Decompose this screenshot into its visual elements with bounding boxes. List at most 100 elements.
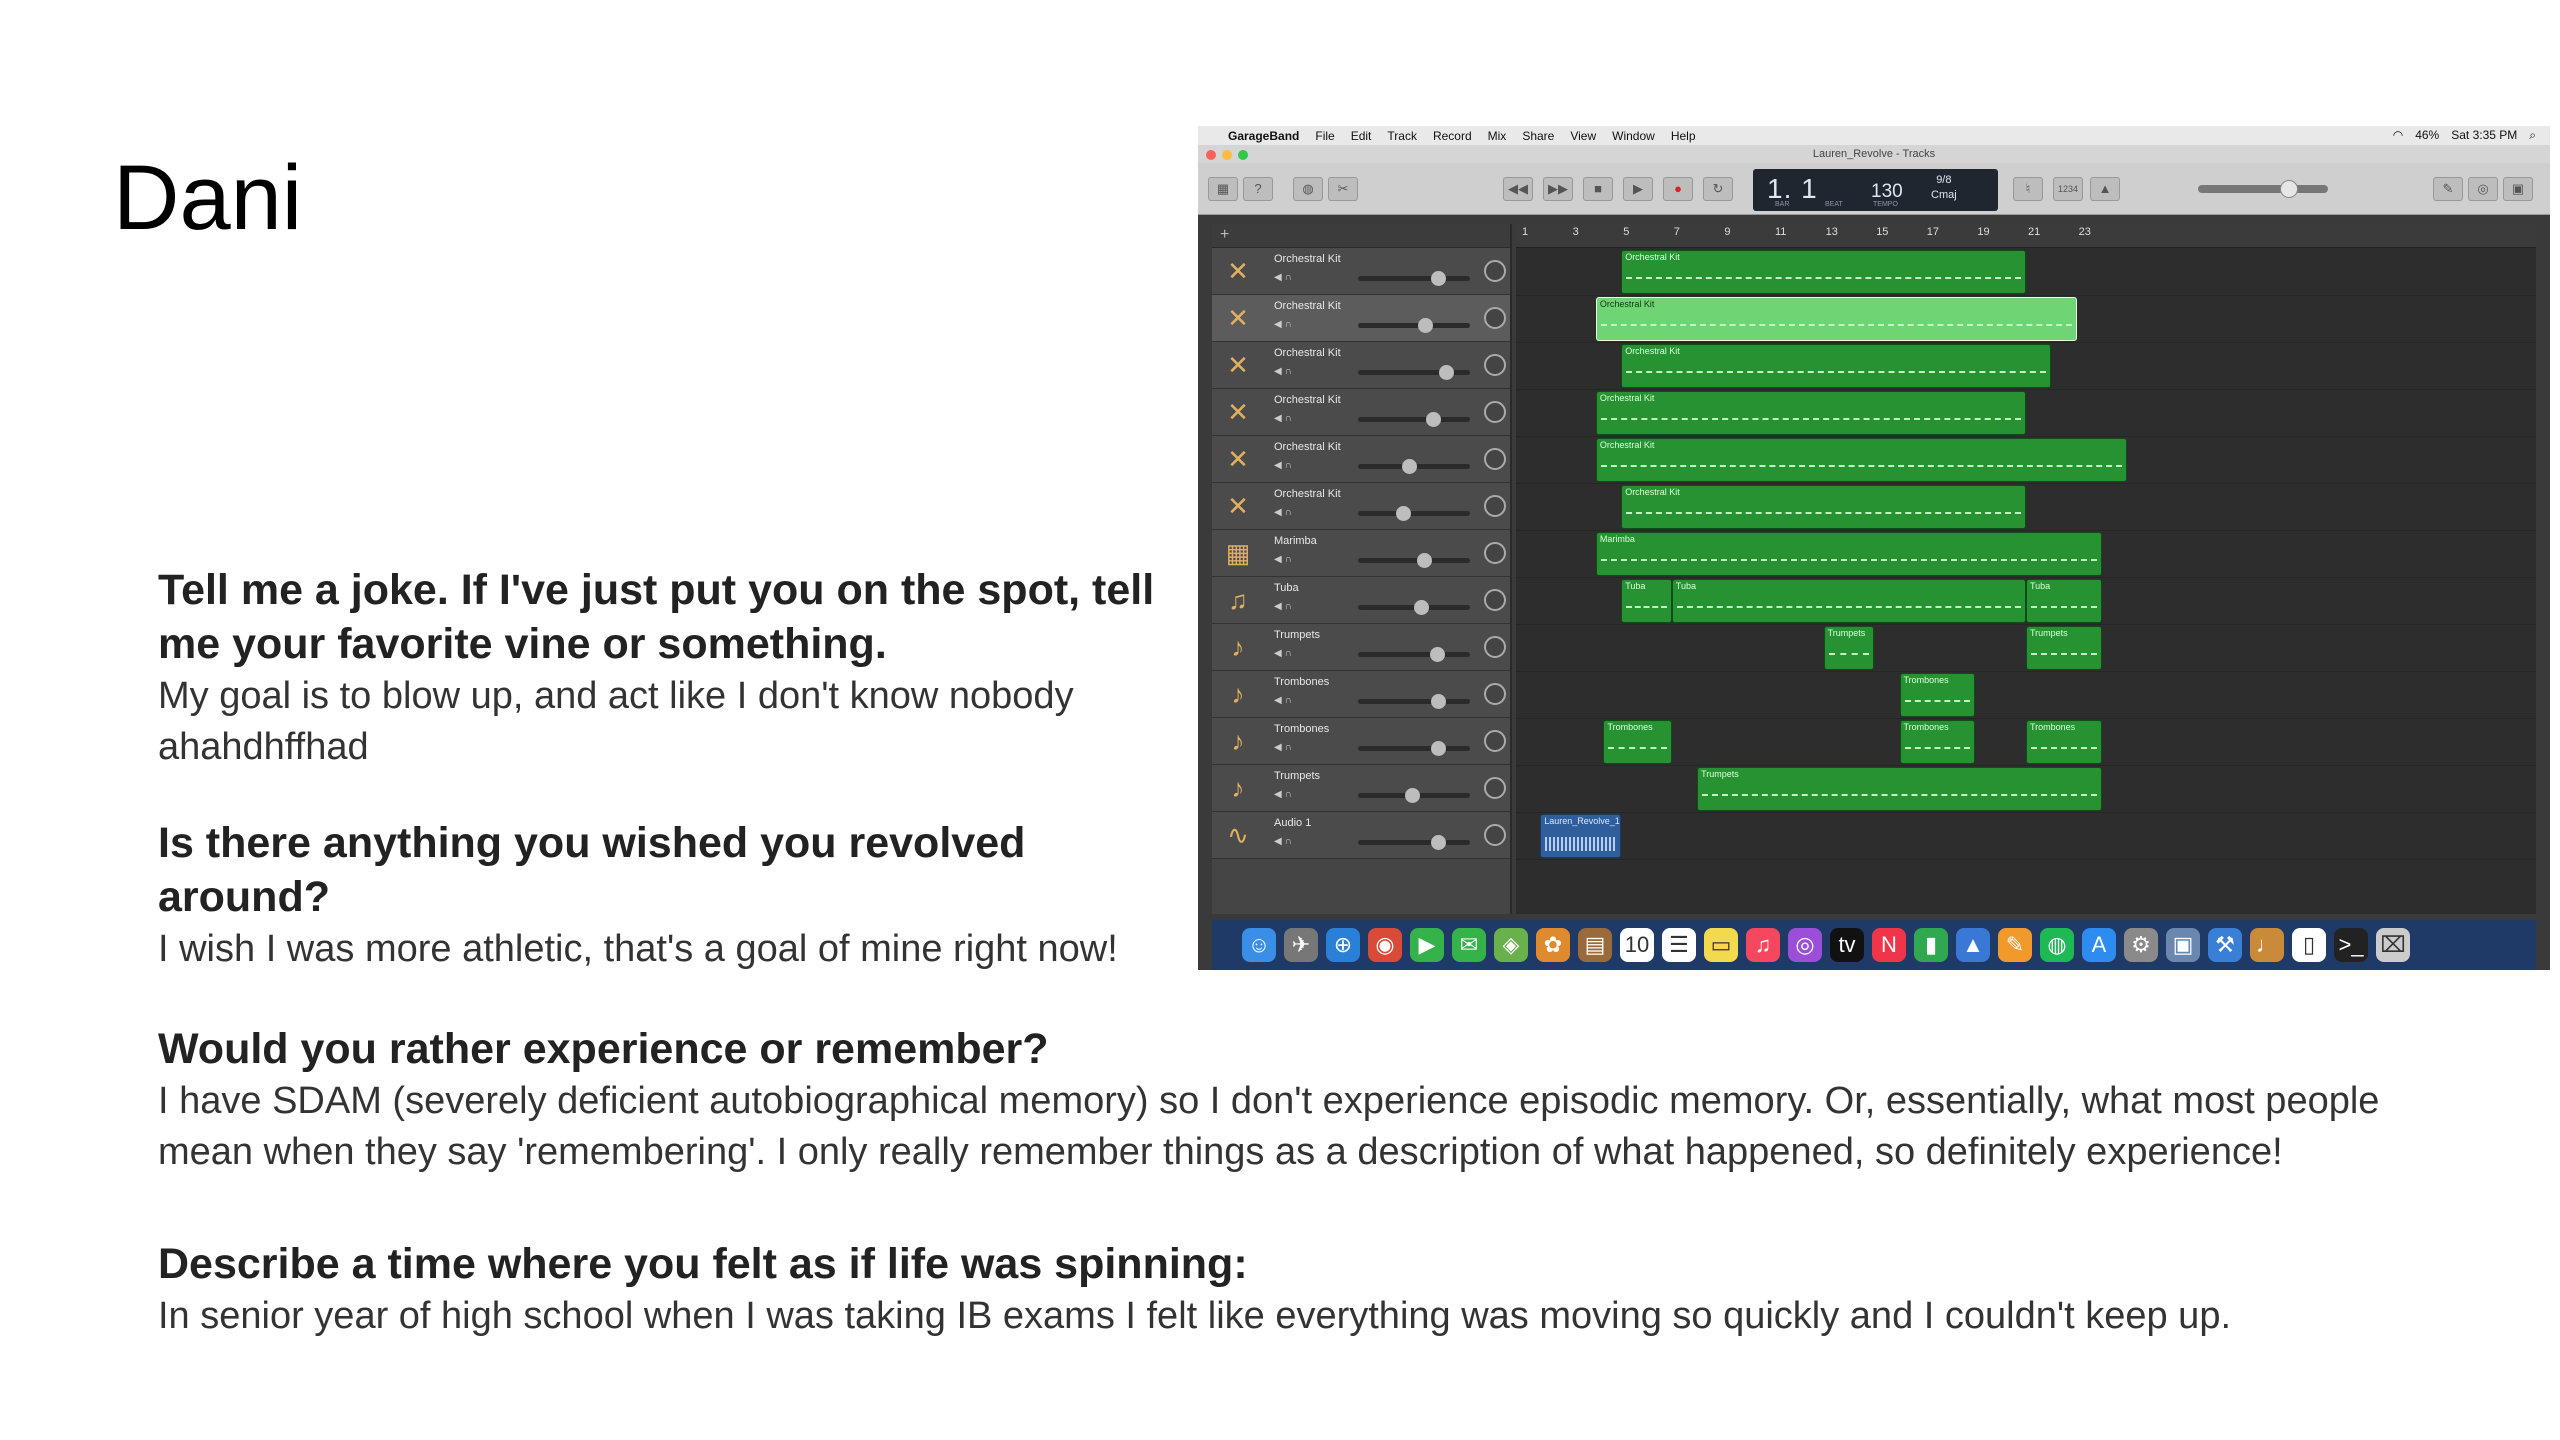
track-header[interactable]: ♪ Trumpets ◀ ∩ (1212, 765, 1510, 812)
rewind-button[interactable]: ◀◀ (1503, 177, 1533, 201)
midi-region[interactable]: Trumpets (1823, 626, 1875, 670)
track-header[interactable]: ♪ Trumpets ◀ ∩ (1212, 624, 1510, 671)
metronome-button[interactable]: ▲ (2090, 177, 2120, 201)
midi-region[interactable]: Orchestral Kit (1595, 438, 2128, 482)
track-header[interactable]: ♪ Trombones ◀ ∩ (1212, 671, 1510, 718)
track-volume-knob[interactable] (1431, 835, 1446, 850)
headphones-icon[interactable]: ∩ (1284, 272, 1291, 283)
track-header[interactable]: ▦ Marimba ◀ ∩ (1212, 530, 1510, 577)
facetime-icon[interactable]: ▶ (1410, 928, 1444, 962)
track-name[interactable]: Orchestral Kit (1274, 488, 1341, 500)
midi-region[interactable]: Orchestral Kit (1595, 297, 2077, 341)
master-volume-slider[interactable] (2198, 180, 2328, 198)
track-volume-slider[interactable] (1358, 741, 1470, 756)
calendar-icon[interactable]: 10 (1620, 928, 1654, 962)
midi-region[interactable]: Trumpets (2026, 626, 2102, 670)
headphones-icon[interactable]: ∩ (1284, 695, 1291, 706)
menu-mix[interactable]: Mix (1488, 129, 1507, 143)
pan-knob[interactable] (1484, 824, 1506, 846)
menubar-clock[interactable]: Sat 3:35 PM (2451, 128, 2517, 143)
track-name[interactable]: Trombones (1274, 676, 1329, 688)
numbers-icon[interactable]: ▮ (1914, 928, 1948, 962)
fast-forward-button[interactable]: ▶▶ (1543, 177, 1573, 201)
track-volume-slider[interactable] (1358, 506, 1470, 521)
midi-region[interactable]: Trombones (1603, 720, 1672, 764)
track-name[interactable]: Audio 1 (1274, 817, 1311, 829)
pan-knob[interactable] (1484, 354, 1506, 376)
finder-icon[interactable]: ☺ (1242, 928, 1276, 962)
track-volume-slider[interactable] (1358, 318, 1470, 333)
headphones-icon[interactable]: ∩ (1284, 319, 1291, 330)
mute-icon[interactable]: ◀ (1274, 601, 1282, 612)
pan-knob[interactable] (1484, 260, 1506, 282)
midi-region[interactable]: Tuba (2026, 579, 2102, 623)
track-volume-knob[interactable] (1431, 741, 1446, 756)
track-header[interactable]: ♪ Trombones ◀ ∩ (1212, 718, 1510, 765)
loop-browser-button[interactable]: ◎ (2468, 177, 2498, 201)
track-volume-knob[interactable] (1431, 271, 1446, 286)
track-volume-slider[interactable] (1358, 271, 1470, 286)
menu-file[interactable]: File (1315, 129, 1334, 143)
headphones-icon[interactable]: ∩ (1284, 742, 1291, 753)
audio-region[interactable]: Lauren_Revolve_1 (1540, 814, 1622, 858)
timeline-ruler[interactable]: 1 3 5 7 9 11 13 15 17 19 21 23 (1516, 224, 2536, 248)
track-volume-slider[interactable] (1358, 600, 1470, 615)
midi-region[interactable]: Trombones (2026, 720, 2102, 764)
appletv-icon[interactable]: tv (1830, 928, 1864, 962)
track-volume-knob[interactable] (1414, 600, 1429, 615)
pages-icon[interactable]: ✎ (1998, 928, 2032, 962)
launchpad-icon[interactable]: ✈ (1284, 928, 1318, 962)
pan-knob[interactable] (1484, 683, 1506, 705)
mute-icon[interactable]: ◀ (1274, 366, 1282, 377)
lcd-display[interactable]: 1. 1 BAR BEAT 130 TEMPO 9/8 Cmaj (1753, 169, 1998, 211)
system-preferences-icon[interactable]: ⚙ (2124, 928, 2158, 962)
mute-icon[interactable]: ◀ (1274, 695, 1282, 706)
menu-edit[interactable]: Edit (1351, 129, 1372, 143)
menu-window[interactable]: Window (1612, 129, 1655, 143)
pan-knob[interactable] (1484, 401, 1506, 423)
photos-icon[interactable]: ✿ (1536, 928, 1570, 962)
stop-button[interactable]: ■ (1583, 177, 1613, 201)
reminders-icon[interactable]: ☰ (1662, 928, 1696, 962)
midi-region[interactable]: Trombones (1899, 673, 1976, 717)
textedit-icon[interactable]: ▯ (2292, 928, 2326, 962)
pan-knob[interactable] (1484, 448, 1506, 470)
menu-help[interactable]: Help (1671, 129, 1696, 143)
menu-app-name[interactable]: GarageBand (1228, 129, 1299, 143)
track-name[interactable]: Orchestral Kit (1274, 300, 1341, 312)
pan-knob[interactable] (1484, 495, 1506, 517)
pan-knob[interactable] (1484, 777, 1506, 799)
spotify-icon[interactable]: ◍ (2040, 928, 2074, 962)
xcode-icon[interactable]: ⚒ (2208, 928, 2242, 962)
mute-icon[interactable]: ◀ (1274, 507, 1282, 518)
chrome-icon[interactable]: ◉ (1368, 928, 1402, 962)
track-volume-knob[interactable] (1426, 412, 1441, 427)
headphones-icon[interactable]: ∩ (1284, 366, 1291, 377)
maps-icon[interactable]: ◈ (1494, 928, 1528, 962)
add-track-button[interactable]: + (1220, 226, 1229, 244)
track-volume-slider[interactable] (1358, 647, 1470, 662)
pan-knob[interactable] (1484, 589, 1506, 611)
track-volume-knob[interactable] (1405, 788, 1420, 803)
midi-region[interactable]: Orchestral Kit (1621, 344, 2052, 388)
track-volume-slider[interactable] (1358, 835, 1470, 850)
mute-icon[interactable]: ◀ (1274, 413, 1282, 424)
safari-icon[interactable]: ⊕ (1326, 928, 1360, 962)
track-volume-knob[interactable] (1402, 459, 1417, 474)
track-header[interactable]: ♫ Tuba ◀ ∩ (1212, 577, 1510, 624)
mute-icon[interactable]: ◀ (1274, 272, 1282, 283)
mute-icon[interactable]: ◀ (1274, 742, 1282, 753)
track-name[interactable]: Trombones (1274, 723, 1329, 735)
track-volume-knob[interactable] (1430, 647, 1445, 662)
note-pad-button[interactable]: ✎ (2433, 177, 2463, 201)
mute-icon[interactable]: ◀ (1274, 554, 1282, 565)
track-volume-knob[interactable] (1396, 506, 1411, 521)
trash-icon[interactable]: ⌧ (2376, 928, 2410, 962)
track-name[interactable]: Trumpets (1274, 770, 1320, 782)
track-name[interactable]: Orchestral Kit (1274, 253, 1341, 265)
headphones-icon[interactable]: ∩ (1284, 789, 1291, 800)
track-header[interactable]: ✕ Orchestral Kit ◀ ∩ (1212, 248, 1510, 295)
headphones-icon[interactable]: ∩ (1284, 836, 1291, 847)
track-header[interactable]: ✕ Orchestral Kit ◀ ∩ (1212, 436, 1510, 483)
mute-icon[interactable]: ◀ (1274, 836, 1282, 847)
